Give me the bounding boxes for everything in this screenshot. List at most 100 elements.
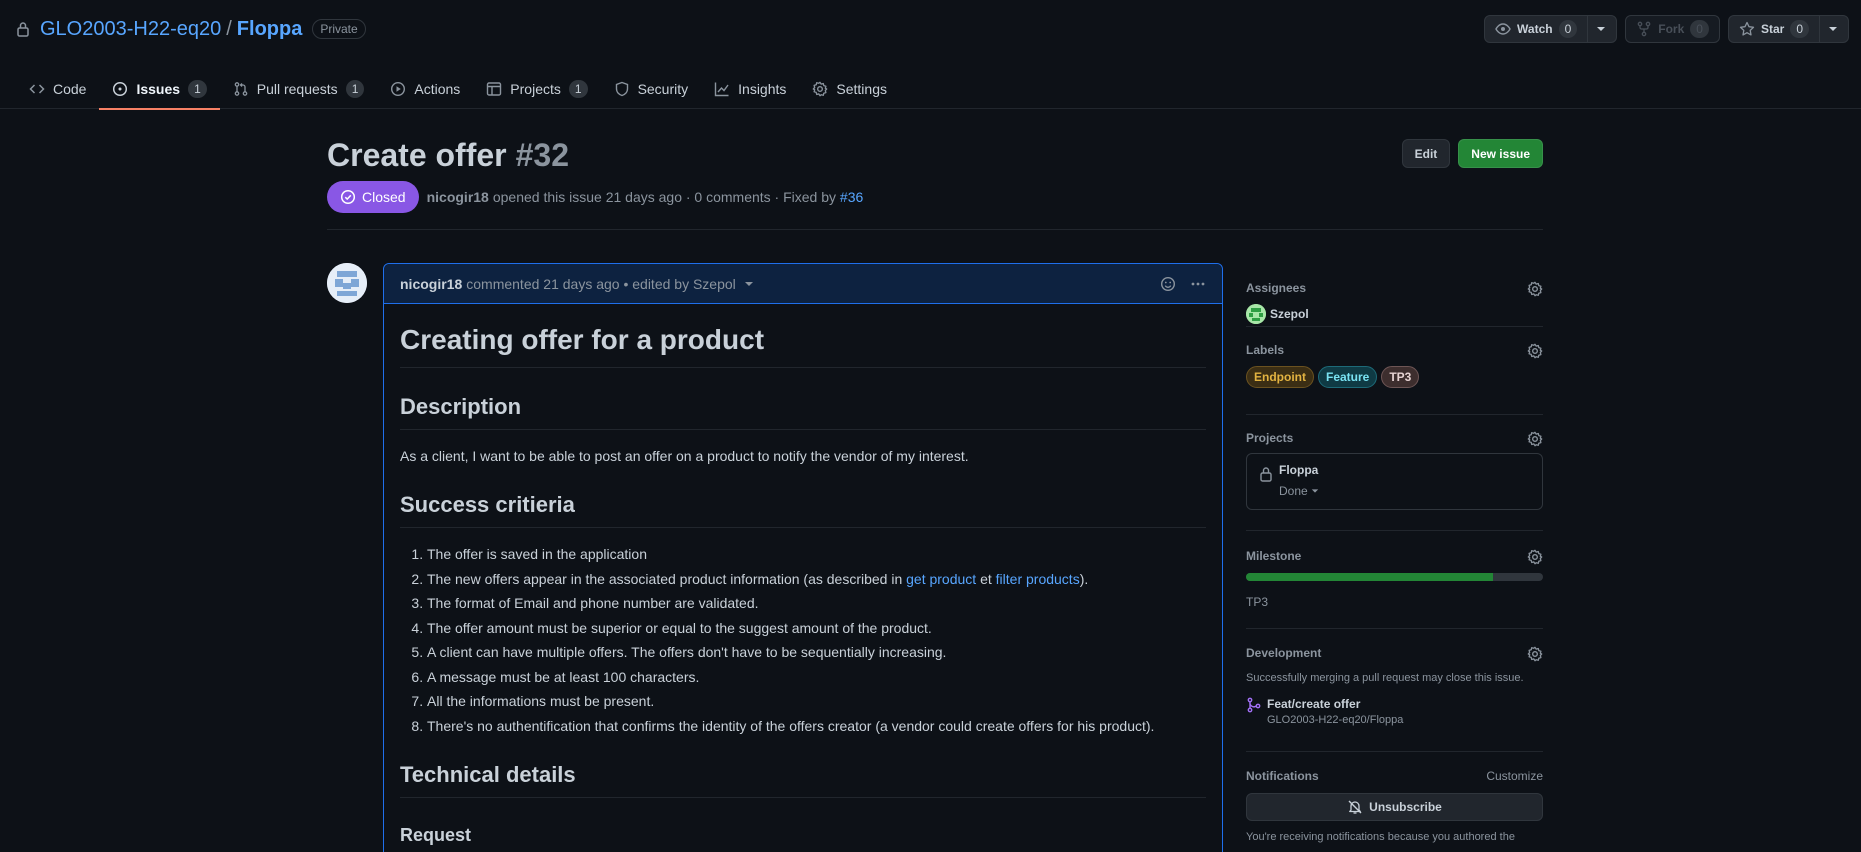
repo-title: GLO2003-H22-eq20 / Floppa Private bbox=[16, 15, 366, 43]
notifications-section: Notifications Customize Unsubscribe You'… bbox=[1246, 752, 1543, 843]
description-heading: Description bbox=[400, 392, 1206, 430]
list-item: A message must be at least 100 character… bbox=[427, 667, 1206, 687]
repo-path-separator: / bbox=[226, 17, 232, 40]
chevron-down-icon[interactable] bbox=[744, 279, 754, 289]
project-name: Floppa bbox=[1279, 463, 1319, 477]
project-card[interactable]: Floppa Done bbox=[1246, 453, 1543, 510]
list-item-text: The new offers appear in the associated … bbox=[427, 570, 907, 587]
assignee[interactable]: Szepol bbox=[1246, 304, 1543, 324]
label-endpoint[interactable]: Endpoint bbox=[1246, 366, 1314, 388]
gear-icon[interactable] bbox=[1527, 343, 1543, 359]
tab-insights[interactable]: Insights bbox=[701, 68, 799, 109]
tab-actions[interactable]: Actions bbox=[377, 68, 473, 109]
label-feature[interactable]: Feature bbox=[1317, 366, 1378, 388]
chevron-down-icon[interactable] bbox=[1587, 16, 1606, 42]
git-merge-icon bbox=[1246, 697, 1262, 726]
list-item-text: ). bbox=[1079, 570, 1089, 587]
gear-icon[interactable] bbox=[1527, 549, 1543, 565]
star-button[interactable]: Star 0 bbox=[1727, 15, 1849, 43]
issue-closed-icon bbox=[340, 189, 356, 205]
watch-button[interactable]: Watch 0 bbox=[1484, 15, 1618, 43]
success-criteria-list: The offer is saved in the application Th… bbox=[400, 544, 1206, 736]
tab-issues[interactable]: Issues 1 bbox=[99, 68, 221, 110]
milestone-progress-fill bbox=[1246, 573, 1493, 581]
list-item: The offer amount must be superior or equ… bbox=[427, 618, 1206, 638]
visibility-badge: Private bbox=[312, 19, 366, 39]
issue-opened-icon bbox=[112, 81, 128, 97]
issue-sidebar: Assignees Szepol Labels Endpoint Feature… bbox=[1246, 263, 1543, 843]
gear-icon[interactable] bbox=[1527, 431, 1543, 447]
issue-author-link[interactable]: nicogir18 bbox=[427, 189, 489, 205]
unsubscribe-button[interactable]: Unsubscribe bbox=[1246, 793, 1543, 821]
star-count: 0 bbox=[1790, 20, 1809, 38]
gear-icon[interactable] bbox=[1527, 646, 1543, 662]
assignees-section: Assignees Szepol bbox=[1246, 263, 1543, 327]
issue-meta-text: opened this issue 21 days ago · 0 commen… bbox=[492, 189, 840, 205]
fork-label: Fork bbox=[1658, 22, 1685, 36]
shield-icon bbox=[614, 81, 630, 97]
list-item: All the informations must be present. bbox=[427, 691, 1206, 711]
new-issue-button[interactable]: New issue bbox=[1458, 139, 1543, 168]
repo-name-link[interactable]: Floppa bbox=[237, 18, 303, 41]
list-item: The offer is saved in the application bbox=[427, 544, 1206, 564]
chevron-down-icon bbox=[1311, 487, 1319, 495]
fixed-by-link[interactable]: #36 bbox=[840, 189, 863, 205]
tab-projects[interactable]: Projects 1 bbox=[473, 68, 600, 109]
development-section: Development Successfully merging a pull … bbox=[1246, 629, 1543, 752]
tab-pull-requests[interactable]: Pull requests 1 bbox=[220, 68, 378, 109]
linked-pr-title: Feat/create offer bbox=[1267, 697, 1361, 711]
smiley-icon[interactable] bbox=[1160, 276, 1176, 292]
star-label: Star bbox=[1760, 22, 1785, 36]
tab-settings[interactable]: Settings bbox=[799, 68, 900, 109]
project-status-dropdown[interactable]: Done bbox=[1279, 484, 1530, 498]
comment-author-link[interactable]: nicogir18 bbox=[400, 276, 462, 292]
avatar bbox=[1246, 304, 1266, 324]
play-icon bbox=[390, 81, 406, 97]
pull-request-icon bbox=[233, 81, 249, 97]
tab-projects-count: 1 bbox=[568, 79, 588, 98]
issue-header-actions: Edit New issue bbox=[1401, 139, 1543, 168]
edit-button[interactable]: Edit bbox=[1401, 139, 1451, 168]
tab-insights-label: Insights bbox=[738, 80, 787, 97]
repo-nav: Code Issues 1 Pull requests 1 Actions Pr… bbox=[16, 68, 900, 110]
labels-heading: Labels bbox=[1246, 343, 1285, 357]
milestone-heading: Milestone bbox=[1246, 549, 1302, 563]
tab-projects-label: Projects bbox=[510, 80, 561, 97]
get-product-link[interactable]: get product bbox=[906, 571, 976, 587]
repo-owner-link[interactable]: GLO2003-H22-eq20 bbox=[40, 18, 221, 41]
kebab-horizontal-icon[interactable] bbox=[1190, 276, 1206, 292]
milestone-link[interactable]: TP3 bbox=[1246, 595, 1543, 609]
filter-products-link[interactable]: filter products bbox=[996, 571, 1080, 587]
comment-meta[interactable]: commented 21 days ago • edited by Szepol bbox=[466, 276, 736, 292]
comment-body: Creating offer for a product Description… bbox=[384, 304, 1222, 852]
notifications-header: Notifications Customize bbox=[1246, 769, 1543, 783]
list-item: There's no authentification that confirm… bbox=[427, 716, 1206, 736]
projects-heading: Projects bbox=[1246, 431, 1294, 445]
customize-link[interactable]: Customize bbox=[1486, 769, 1543, 783]
issue-number: #32 bbox=[515, 137, 569, 173]
lock-icon bbox=[1259, 466, 1273, 482]
tab-security-label: Security bbox=[637, 80, 689, 97]
avatar[interactable] bbox=[327, 263, 367, 303]
fork-button[interactable]: Fork 0 bbox=[1625, 15, 1720, 43]
tab-issues-count: 1 bbox=[188, 79, 207, 98]
labels-section: Labels Endpoint Feature TP3 bbox=[1246, 327, 1543, 415]
code-icon bbox=[29, 81, 45, 97]
gear-icon[interactable] bbox=[1527, 281, 1543, 297]
chevron-down-icon[interactable] bbox=[1819, 16, 1838, 42]
tab-code[interactable]: Code bbox=[16, 68, 99, 109]
assignee-name: Szepol bbox=[1270, 307, 1309, 321]
label-tp3[interactable]: TP3 bbox=[1381, 366, 1420, 388]
fork-icon bbox=[1636, 21, 1652, 37]
issue-comment: nicogir18 commented 21 days ago • edited… bbox=[383, 263, 1223, 852]
tab-issues-label: Issues bbox=[136, 80, 181, 97]
tab-security[interactable]: Security bbox=[601, 68, 702, 109]
linked-pull-request[interactable]: Feat/create offer GLO2003-H22-eq20/Flopp… bbox=[1246, 697, 1543, 726]
status-badge-label: Closed bbox=[362, 189, 406, 205]
label-list: Endpoint Feature TP3 bbox=[1246, 366, 1543, 388]
list-item-text: et bbox=[976, 570, 996, 587]
star-icon bbox=[1739, 21, 1755, 37]
graph-icon bbox=[714, 81, 730, 97]
notifications-heading: Notifications bbox=[1246, 769, 1319, 783]
repo-header: GLO2003-H22-eq20 / Floppa Private Watch … bbox=[0, 0, 1861, 110]
